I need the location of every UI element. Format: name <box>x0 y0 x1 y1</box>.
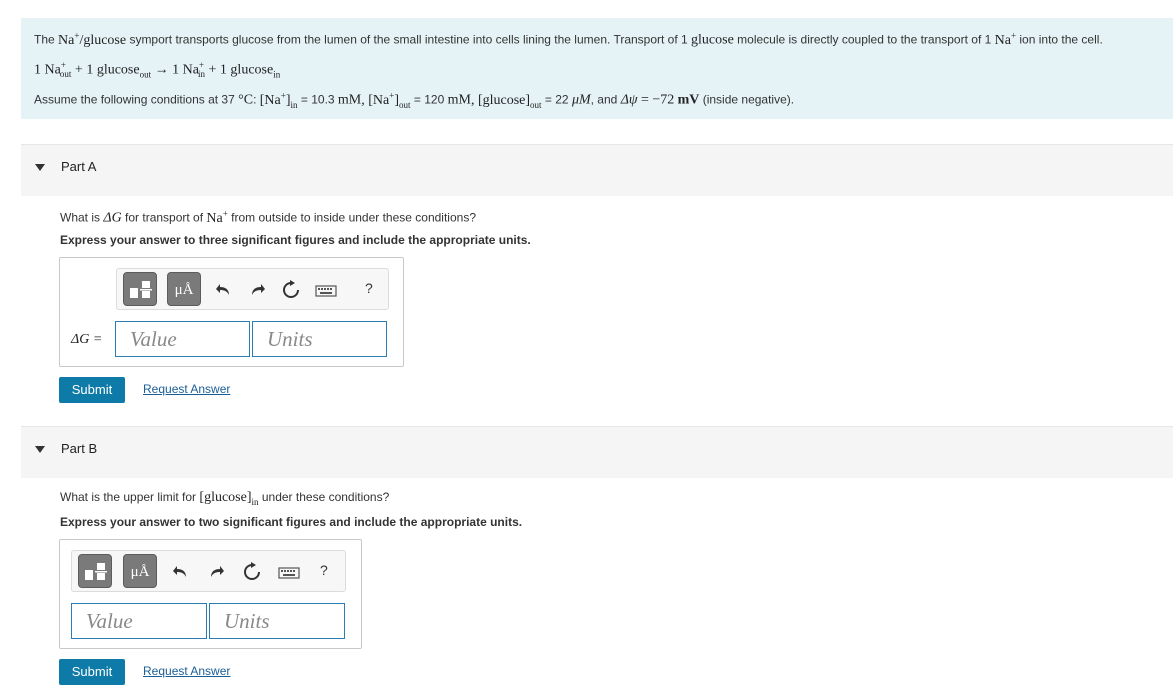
units-template-button[interactable]: μÅ <box>123 554 157 588</box>
conditions-text: Assume the following conditions at 37 °C… <box>34 90 795 110</box>
intro-text-part: ion into the cell. <box>1019 32 1103 47</box>
na-symbol: Na+/glucose <box>58 30 127 48</box>
reset-icon[interactable] <box>242 562 262 582</box>
collapse-triangle-icon[interactable] <box>35 164 45 171</box>
part-a-instruction: Express your answer to three significant… <box>60 233 531 247</box>
part-a-header[interactable]: Part A <box>21 144 1173 196</box>
math-toolbar: μÅ ? <box>116 268 389 310</box>
part-b-header[interactable]: Part B <box>21 426 1173 478</box>
help-button[interactable]: ? <box>365 280 373 296</box>
keyboard-icon[interactable] <box>315 280 337 300</box>
request-answer-link[interactable]: Request Answer <box>143 664 230 678</box>
reaction-equation: 1 Na+out + 1 glucoseout → 1 Na+in + 1 gl… <box>34 60 281 80</box>
undo-icon[interactable] <box>214 280 234 300</box>
na-symbol: Na+ <box>994 30 1017 48</box>
intro-text-part: symport transports glucose from the lume… <box>129 32 688 47</box>
submit-button[interactable]: Submit <box>59 659 125 685</box>
help-button[interactable]: ? <box>320 562 328 578</box>
intro-text-part: molecule is directly coupled to the tran… <box>737 32 992 47</box>
part-b-question: What is the upper limit for [glucose]in … <box>60 490 390 507</box>
submit-button[interactable]: Submit <box>59 377 125 403</box>
units-input[interactable]: Units <box>252 321 387 357</box>
value-input[interactable]: Value <box>71 603 207 639</box>
math-toolbar: μÅ ? <box>71 550 346 592</box>
intro-text: The Na+/glucose symport transports gluco… <box>34 30 1103 49</box>
glucose-symbol: glucose <box>691 32 734 48</box>
part-b-instruction: Express your answer to two significant f… <box>60 515 523 529</box>
part-b-answer-box: μÅ ? Value Units <box>59 539 362 649</box>
undo-icon[interactable] <box>171 562 191 582</box>
units-input[interactable]: Units <box>209 603 345 639</box>
part-b-title: Part B <box>61 441 98 456</box>
collapse-triangle-icon[interactable] <box>35 446 45 453</box>
units-template-button[interactable]: μÅ <box>167 272 201 306</box>
value-input[interactable]: Value <box>115 321 250 357</box>
redo-icon[interactable] <box>247 280 267 300</box>
fraction-template-icon[interactable] <box>78 554 112 588</box>
delta-g-label: ΔG = <box>71 332 103 347</box>
keyboard-icon[interactable] <box>278 562 300 582</box>
intro-text-part: The <box>34 32 55 47</box>
reset-icon[interactable] <box>281 280 301 300</box>
problem-intro: The Na+/glucose symport transports gluco… <box>21 18 1173 119</box>
fraction-template-icon[interactable] <box>123 272 157 306</box>
part-a-question: What is ΔG for transport of Na+ from out… <box>60 208 476 226</box>
part-a-title: Part A <box>61 159 97 174</box>
redo-icon[interactable] <box>206 562 226 582</box>
request-answer-link[interactable]: Request Answer <box>143 382 230 396</box>
part-a-answer-box: μÅ ? ΔG = Value Units <box>59 257 404 367</box>
